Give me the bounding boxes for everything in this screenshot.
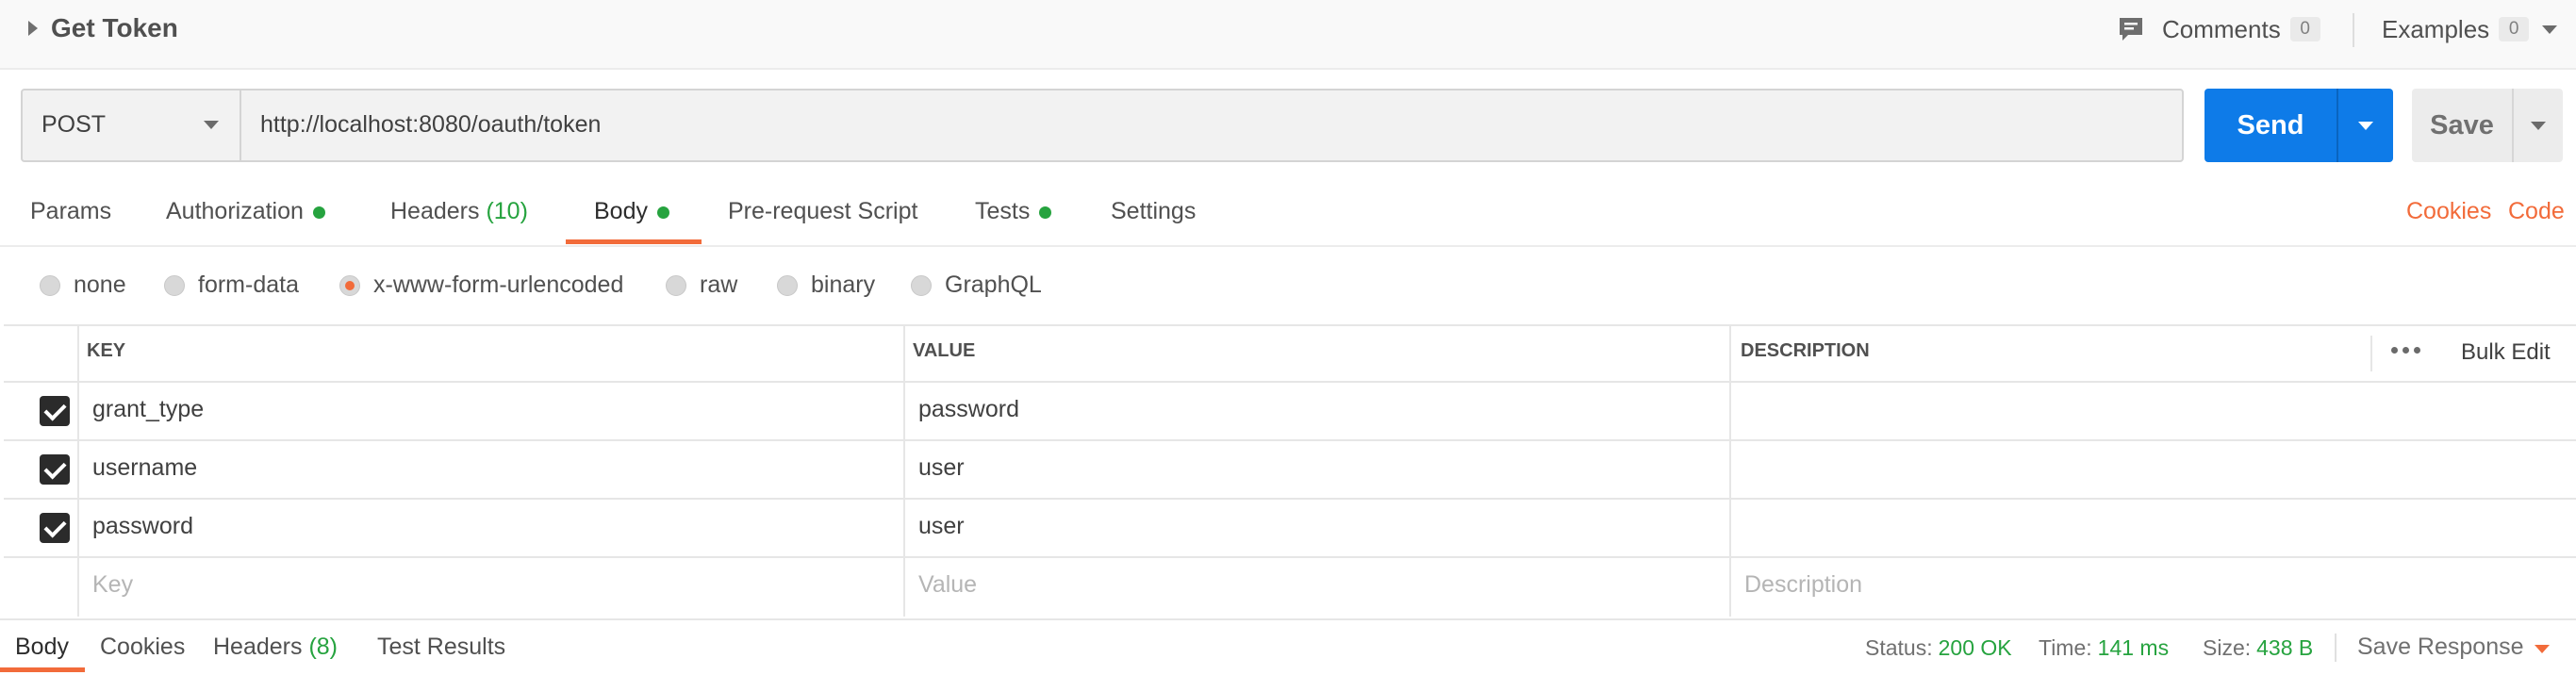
new-value-input[interactable]: Value [918, 571, 977, 599]
column-divider [77, 324, 79, 617]
radio-binary[interactable]: binary [777, 272, 875, 299]
send-label: Send [2237, 110, 2304, 140]
response-time: Time: 141 ms [2039, 635, 2170, 660]
row-key[interactable]: username [92, 454, 197, 482]
column-header-value: VALUE [913, 340, 976, 361]
column-divider [903, 324, 905, 617]
table-border [4, 439, 2576, 441]
more-horizontal-icon[interactable] [2391, 347, 2420, 354]
url-bar: POST http://localhost:8080/oauth/token [21, 89, 2184, 162]
examples-count-badge: 0 [2499, 17, 2530, 41]
row-key[interactable]: grant_type [92, 396, 204, 423]
radio-circle [911, 274, 932, 296]
examples-label: Examples [2382, 14, 2490, 43]
row-enabled-checkbox[interactable] [40, 396, 70, 426]
row-value[interactable]: user [918, 513, 965, 540]
active-response-tab-indicator [0, 667, 85, 672]
save-button[interactable]: Save [2412, 89, 2563, 162]
row-value[interactable]: password [918, 396, 1019, 423]
tab-headers[interactable]: Headers (10) [390, 198, 528, 225]
size-value: 438 B [2256, 635, 2314, 660]
row-enabled-checkbox[interactable] [40, 454, 70, 485]
radio-none[interactable]: none [40, 272, 126, 299]
response-tab-cookies[interactable]: Cookies [100, 634, 185, 661]
row-enabled-checkbox[interactable] [40, 513, 70, 543]
code-link[interactable]: Code [2508, 198, 2565, 225]
row-value[interactable]: user [918, 454, 965, 482]
save-label: Save [2430, 110, 2494, 140]
method-select[interactable]: POST [23, 91, 241, 160]
radio-circle [777, 274, 798, 296]
status-dot [656, 206, 669, 219]
radio-x-www-form-urlencoded[interactable]: x-www-form-urlencoded [339, 272, 623, 299]
active-tab-indicator [566, 239, 702, 244]
header-divider [2370, 336, 2372, 371]
table-border [4, 556, 2576, 558]
response-tab-headers[interactable]: Headers (8) [213, 634, 338, 661]
response-bar: Body Cookies Headers (8) Test Results St… [0, 618, 2576, 675]
response-status: Status: 200 OK [1865, 635, 2012, 660]
caret-right-icon[interactable] [28, 21, 38, 36]
new-description-input[interactable]: Description [1744, 571, 1862, 599]
tab-settings[interactable]: Settings [1111, 198, 1196, 225]
tab-tests[interactable]: Tests [975, 198, 1052, 225]
radio-circle [164, 274, 185, 296]
tab-pre-request-script[interactable]: Pre-request Script [728, 198, 917, 225]
params-table: KEY VALUE DESCRIPTION Bulk Edit grant_ty… [4, 324, 2576, 617]
cookies-link[interactable]: Cookies [2406, 198, 2491, 225]
table-border [4, 324, 2576, 326]
radio-form-data[interactable]: form-data [164, 272, 299, 299]
chevron-down-icon [204, 121, 219, 129]
send-options-icon[interactable] [2358, 122, 2373, 130]
row-key[interactable]: password [92, 513, 193, 540]
bulk-edit-link[interactable]: Bulk Edit [2461, 339, 2551, 366]
response-size: Size: 438 B [2203, 635, 2314, 660]
url-input[interactable]: http://localhost:8080/oauth/token [260, 111, 601, 139]
column-divider [1729, 324, 1731, 617]
radio-raw[interactable]: raw [666, 272, 737, 299]
send-divider [2337, 89, 2338, 162]
table-border [4, 381, 2576, 383]
save-divider [2512, 89, 2514, 162]
header-divider [2353, 13, 2354, 47]
request-title[interactable]: Get Token [51, 13, 178, 43]
table-border [4, 498, 2576, 500]
request-header: Get Token Comments 0 Examples 0 [0, 0, 2576, 70]
column-header-description: DESCRIPTION [1741, 340, 1870, 361]
tab-params[interactable]: Params [30, 198, 111, 225]
tab-body[interactable]: Body [594, 198, 669, 225]
examples-dropdown[interactable]: Examples 0 [2382, 13, 2558, 45]
status-dot [1039, 206, 1052, 219]
headers-count: (10) [486, 198, 528, 224]
radio-graphql[interactable]: GraphQL [911, 272, 1042, 299]
request-tabs: Params Authorization Headers (10) Body P… [0, 185, 2576, 247]
response-divider [2335, 634, 2337, 662]
new-key-input[interactable]: Key [92, 571, 133, 599]
radio-circle-selected [339, 274, 360, 296]
status-dot [312, 206, 325, 219]
comments-count-badge: 0 [2289, 17, 2320, 41]
status-value: 200 OK [1938, 635, 2012, 660]
response-tab-test-results[interactable]: Test Results [377, 634, 505, 661]
response-tab-body[interactable]: Body [15, 634, 69, 661]
comments-label: Comments [2162, 14, 2281, 43]
time-value: 141 ms [2097, 635, 2170, 660]
method-value: POST [41, 111, 107, 138]
chevron-down-icon [2542, 25, 2558, 34]
comments-button[interactable]: Comments 0 [2117, 13, 2320, 45]
save-options-icon[interactable] [2531, 122, 2546, 130]
radio-circle [666, 274, 686, 296]
radio-circle [40, 274, 60, 296]
save-response-button[interactable]: Save Response [2357, 634, 2524, 661]
send-button[interactable]: Send [2204, 89, 2393, 162]
column-header-key: KEY [87, 340, 126, 361]
comment-icon [2120, 18, 2142, 41]
response-headers-count: (8) [308, 634, 339, 660]
chevron-down-icon[interactable] [2535, 645, 2550, 653]
tab-authorization[interactable]: Authorization [166, 198, 325, 225]
